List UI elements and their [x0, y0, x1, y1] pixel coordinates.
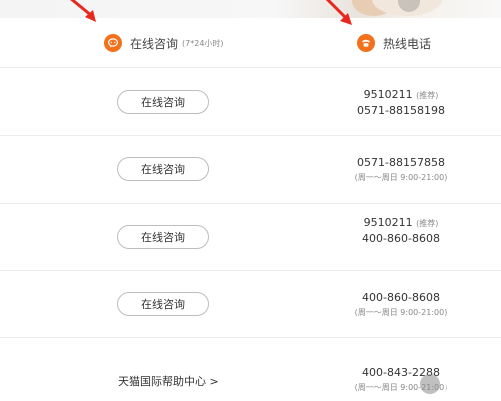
phone-number: 9510211	[363, 216, 413, 229]
service-hours: (周一～周日 9:00-21:00)	[354, 173, 448, 182]
chat-bubble-icon	[104, 34, 122, 52]
online-consult-hours: (7*24小时)	[182, 38, 224, 48]
online-consult-button[interactable]: 在线咨询	[117, 292, 209, 316]
hotline-header: 热线电话	[357, 32, 431, 54]
table-row: 在线咨询 0571-88157858 (周一～周日 9:00-21:00)	[0, 136, 501, 204]
online-consult-button[interactable]: 在线咨询	[117, 90, 209, 114]
recommended-note: (推荐)	[416, 91, 439, 100]
table-row: 在线咨询 9510211 (推荐) 0571-88158198	[0, 68, 501, 136]
online-consult-button[interactable]: 在线咨询	[117, 225, 209, 249]
watermark-text: 悟空问答	[442, 378, 495, 394]
hotline-numbers: 9510211 (推荐) 400-860-8608	[296, 215, 501, 246]
contact-table-header: 在线咨询 (7*24小时) 热线电话	[0, 18, 501, 68]
hotline-numbers: 400-860-8608 (周一～周日 9:00-21:00)	[296, 290, 501, 320]
phone-number: 400-860-8608	[362, 232, 440, 245]
online-consult-title: 在线咨询	[130, 36, 179, 51]
watermark-logo-icon	[419, 374, 440, 394]
table-row: 在线咨询 9510211 (推荐) 400-860-8608	[0, 204, 501, 271]
service-hours: (周一～周日 9:00-21:00)	[354, 308, 448, 317]
telephone-icon	[357, 34, 375, 52]
online-consult-header: 在线咨询 (7*24小时)	[104, 32, 224, 54]
phone-number: 0571-88158198	[357, 104, 445, 117]
hotline-numbers: 0571-88157858 (周一～周日 9:00-21:00)	[296, 155, 501, 185]
help-center-link[interactable]: 天猫国际帮助中心 >	[118, 373, 219, 389]
hotline-numbers: 9510211 (推荐) 0571-88158198	[296, 87, 501, 118]
online-consult-button[interactable]: 在线咨询	[117, 157, 209, 181]
hotline-title: 热线电话	[383, 36, 432, 51]
watermark: 悟空问答	[419, 373, 495, 395]
phone-number: 400-860-8608	[362, 291, 440, 304]
table-row: 在线咨询 400-860-8608 (周一～周日 9:00-21:00)	[0, 271, 501, 338]
phone-number: 0571-88157858	[357, 156, 445, 169]
phone-number: 9510211	[363, 88, 413, 101]
recommended-note: (推荐)	[416, 219, 439, 228]
